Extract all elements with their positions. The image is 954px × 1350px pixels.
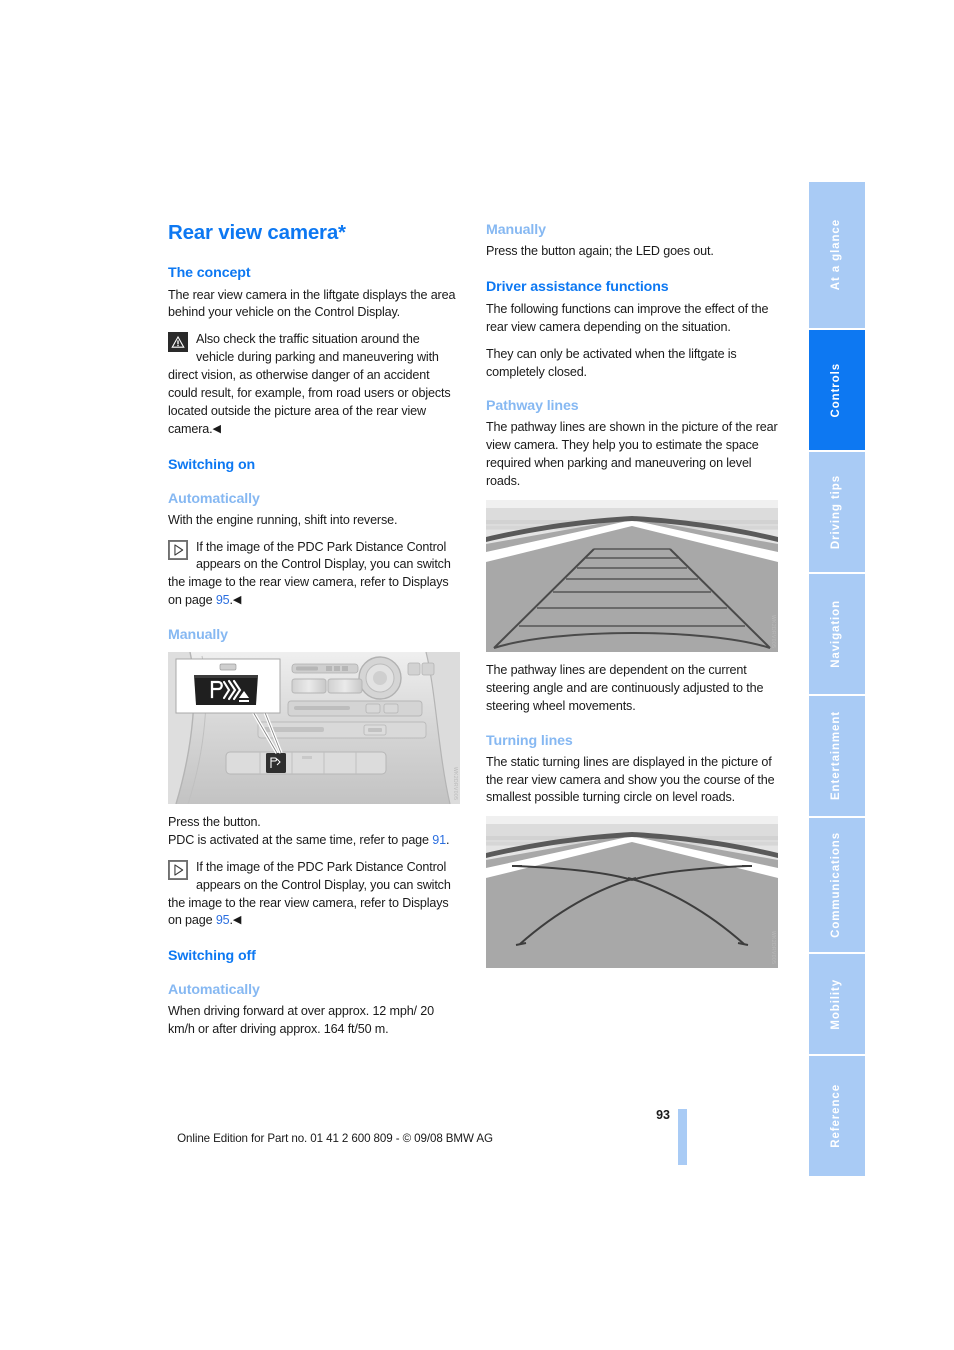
subheading-switching-off-automatically: Automatically bbox=[168, 982, 260, 999]
heading-switching-on: Switching on bbox=[168, 456, 256, 473]
sidebar-tab-label: Reference bbox=[830, 1084, 843, 1148]
sidebar-tab-at-a-glance[interactable]: At a glance bbox=[809, 182, 865, 328]
warning-triangle-icon bbox=[168, 332, 188, 353]
paragraph-switching-off-automatically: When driving forward at over approx. 12 … bbox=[168, 1004, 434, 1037]
sidebar-tab-controls[interactable]: Controls bbox=[809, 330, 865, 450]
page-title: Rear view camera* bbox=[168, 221, 346, 244]
paragraph-driver-assist-2: They can only be activated when the lift… bbox=[486, 346, 737, 379]
sidebar-tab-reference[interactable]: Reference bbox=[809, 1056, 865, 1176]
pdc-activated-text-a: PDC is activated at the same time, refer… bbox=[168, 832, 433, 847]
figure-turning-lines-camera-view: WK2DRV005 bbox=[486, 816, 778, 969]
pdc-activated-text-b: . bbox=[445, 832, 450, 847]
sidebar-tab-label: Entertainment bbox=[830, 711, 843, 801]
sidebar-tab-mobility[interactable]: Mobility bbox=[809, 954, 865, 1054]
note-triangle-icon bbox=[168, 539, 188, 560]
page-reference-link[interactable]: 91 bbox=[432, 833, 446, 847]
paragraph-pathway-lines-1: The pathway lines are shown in the pictu… bbox=[486, 420, 778, 489]
paragraph-press-the-button: Press the button. bbox=[168, 815, 261, 830]
sidebar-tab-label: Mobility bbox=[830, 978, 843, 1030]
note-end-marker: ◀ bbox=[232, 914, 242, 927]
note-end-marker: ◀ bbox=[232, 594, 242, 607]
sidebar-tab-navigation[interactable]: Navigation bbox=[809, 574, 865, 694]
right-column: Manually Press the button again; the LED… bbox=[486, 222, 778, 978]
paragraph-pathway-lines-2: The pathway lines are dependent on the c… bbox=[486, 662, 764, 713]
figure-code-label: WK2DRV005 bbox=[452, 766, 458, 801]
sidebar-tab-entertainment[interactable]: Entertainment bbox=[809, 696, 865, 816]
paragraph-driver-assist-1: The following functions can improve the … bbox=[486, 301, 769, 334]
figure-code-label: WK2DRV005 bbox=[770, 931, 776, 965]
page-number: 93 bbox=[656, 1108, 670, 1122]
note-triangle-icon bbox=[168, 859, 188, 880]
info-note-block-manual-on: If the image of the PDC Park Distance Co… bbox=[168, 859, 460, 931]
subheading-pathway-lines: Pathway lines bbox=[486, 398, 579, 415]
paragraph-turning-lines-1: The static turning lines are displayed i… bbox=[486, 754, 775, 805]
manual-page: At a glance Controls Driving tips Naviga… bbox=[0, 0, 954, 1350]
figure-center-console-pdc-button: WK2DRV005 bbox=[168, 652, 460, 805]
info-note-text: If the image of the PDC Park Distance Co… bbox=[168, 539, 451, 608]
sidebar-tab-label: Driving tips bbox=[830, 474, 843, 550]
paragraph-switching-off-manually: Press the button again; the LED goes out… bbox=[486, 244, 714, 259]
left-column: Rear view camera* The concept The rear v… bbox=[168, 221, 460, 1048]
warning-note-block: Also check the traffic situation around … bbox=[168, 331, 460, 438]
sidebar-tab-label: Controls bbox=[830, 362, 843, 418]
heading-driver-assistance-functions: Driver assistance functions bbox=[486, 278, 669, 295]
subheading-switching-on-manually: Manually bbox=[168, 627, 228, 644]
sidebar-tab-communications[interactable]: Communications bbox=[809, 818, 865, 952]
subheading-switching-on-automatically: Automatically bbox=[168, 490, 260, 507]
warning-note-text: Also check the traffic situation around … bbox=[168, 332, 451, 436]
figure-pathway-lines-camera-view: WK2DRV005 bbox=[486, 499, 778, 652]
page-reference-link[interactable]: 95 bbox=[216, 593, 230, 607]
section-tab-rail: At a glance Controls Driving tips Naviga… bbox=[809, 182, 865, 1176]
figure-code-label: WK2DRV005 bbox=[770, 614, 776, 648]
heading-switching-off: Switching off bbox=[168, 948, 256, 965]
heading-the-concept: The concept bbox=[168, 264, 251, 281]
sidebar-tab-label: At a glance bbox=[830, 219, 843, 291]
sidebar-tab-label: Communications bbox=[830, 832, 843, 938]
footer-imprint-text: Online Edition for Part no. 01 41 2 600 … bbox=[177, 1132, 493, 1145]
footer-accent-bar bbox=[678, 1109, 687, 1165]
paragraph-concept-intro: The rear view camera in the liftgate dis… bbox=[168, 287, 456, 320]
info-note-block-auto-on: If the image of the PDC Park Distance Co… bbox=[168, 539, 460, 611]
paragraph-pdc-activated: PDC is activated at the same time, refer… bbox=[168, 832, 460, 850]
subheading-switching-off-manually: Manually bbox=[486, 222, 546, 238]
page-reference-link[interactable]: 95 bbox=[216, 913, 230, 927]
info-note-text: If the image of the PDC Park Distance Co… bbox=[168, 859, 451, 928]
note-end-marker: ◀ bbox=[212, 422, 221, 435]
paragraph-switching-on-automatically: With the engine running, shift into reve… bbox=[168, 512, 398, 527]
sidebar-tab-driving-tips[interactable]: Driving tips bbox=[809, 452, 865, 572]
subheading-turning-lines: Turning lines bbox=[486, 732, 573, 749]
sidebar-tab-label: Navigation bbox=[830, 600, 843, 668]
